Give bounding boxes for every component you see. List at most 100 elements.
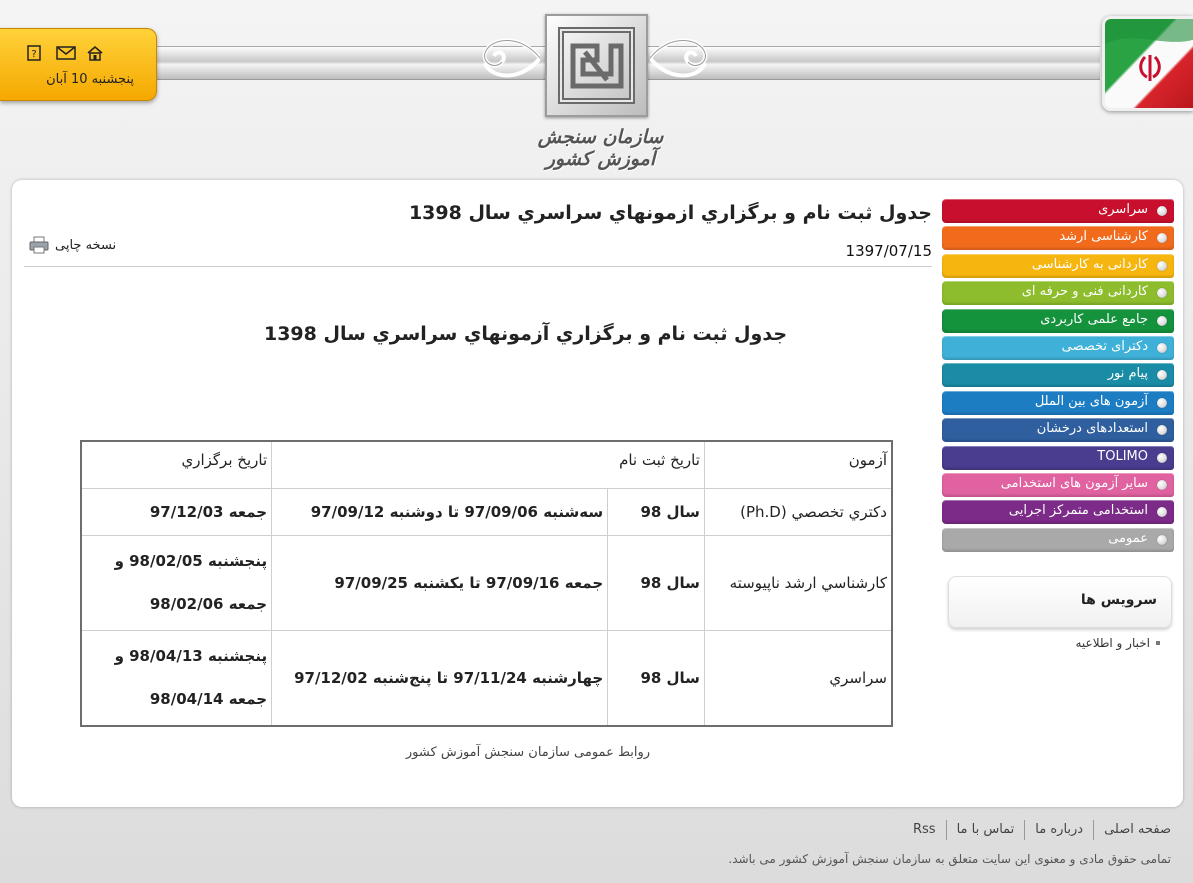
- menu-item-general[interactable]: عمومی: [942, 527, 1174, 552]
- ornament-right: [650, 38, 708, 78]
- menu-item-label: پیام نور: [1107, 366, 1148, 382]
- print-version-link[interactable]: نسخه چاپی: [29, 236, 116, 254]
- table-row: دكتري تخصصي (Ph.D) سال 98 سه‌شنبه 97/09/…: [80, 488, 892, 536]
- current-date: پنجشنبه 10 آبان: [46, 72, 134, 87]
- menu-item-label: جامع علمی کاربردی: [1040, 311, 1148, 327]
- cell-year: سال 98: [607, 630, 705, 726]
- menu-item-label: سایر آزمون های استخدامی: [1000, 475, 1148, 491]
- held-line: پنجشنبه 98/04/13 و: [114, 646, 268, 665]
- table-row: سراسري سال 98 چهارشنبه 97/11/24 تا پنج‌ش…: [80, 630, 892, 726]
- mail-icon[interactable]: [56, 45, 76, 61]
- held-line: جمعه 98/04/14: [149, 689, 268, 708]
- bullet-icon: [1157, 452, 1167, 463]
- services-title: سرویس ها: [1080, 591, 1157, 608]
- menu-item-label: عمومی: [1108, 530, 1148, 546]
- menu-item-label: کاردانی فنی و حرفه ای: [1021, 284, 1148, 300]
- organization-logo[interactable]: [545, 14, 648, 117]
- svg-text:?: ?: [31, 49, 36, 60]
- bullet-icon: [1157, 342, 1167, 353]
- square-bullet-icon: [1156, 640, 1160, 645]
- cell-registration: سه‌شنبه 97/09/06 تا دوشنبه 97/09/12: [271, 488, 608, 536]
- bullet-icon: [1157, 397, 1167, 408]
- printer-icon: [29, 236, 49, 254]
- date-widget: ? پنجشنبه 10 آبان: [0, 28, 157, 101]
- menu-item-kardani-karshenasi[interactable]: کاردانی به کارشناسی: [942, 253, 1174, 278]
- menu-item-doktora[interactable]: دکترای تخصصی: [942, 335, 1174, 360]
- page-title: جدول ثبت نام و برگزاري ازمونهاي سراسري س…: [408, 202, 932, 224]
- exam-schedule-table: آزمون تاريخ ثبت نام تاريخ برگزاري دكتري …: [80, 440, 893, 727]
- news-link-label: اخبار و اطلاعیه: [1075, 635, 1150, 650]
- table-row: كارشناسي ارشد ناپيوسته سال 98 جمعه 97/09…: [80, 535, 892, 631]
- header-held: تاريخ برگزاري: [80, 441, 272, 489]
- home-icon[interactable]: [86, 45, 106, 61]
- bullet-icon: [1157, 233, 1167, 244]
- cell-exam: دكتري تخصصي (Ph.D): [703, 488, 892, 536]
- footer-links: صفحه اصلی درباره ما تماس با ما Rss: [903, 820, 1171, 840]
- cell-registration: چهارشنبه 97/11/24 تا پنج‌شنبه 97/12/02: [271, 630, 608, 726]
- menu-item-arshad[interactable]: کارشناسی ارشد: [942, 226, 1174, 251]
- news-link[interactable]: اخبار و اطلاعیه: [942, 636, 1160, 650]
- bullet-icon: [1157, 507, 1167, 518]
- header-exam: آزمون: [703, 441, 892, 489]
- cell-year: سال 98: [607, 488, 705, 536]
- bullet-icon: [1157, 534, 1167, 545]
- logo-emblem-icon: [558, 27, 635, 104]
- public-relations-note: روابط عمومی سازمان سنجش آموزش کشور: [405, 745, 651, 760]
- held-line: جمعه 98/02/06: [149, 594, 268, 613]
- menu-item-label: سراسری: [1098, 202, 1148, 217]
- menu-item-label: کارشناسی ارشد: [1059, 229, 1148, 245]
- menu-item-sarasari[interactable]: سراسری: [942, 199, 1174, 223]
- cell-held: پنجشنبه 98/02/05 و جمعه 98/02/06: [80, 535, 272, 631]
- menu-item-other-employment[interactable]: سایر آزمون های استخدامی: [942, 472, 1174, 497]
- help-icon[interactable]: ?: [26, 45, 46, 61]
- article-content: جدول ثبت نام و برگزاري ازمونهاي سراسري س…: [24, 180, 932, 807]
- main-panel: جدول ثبت نام و برگزاري ازمونهاي سراسري س…: [12, 180, 1183, 807]
- footer-link-home[interactable]: صفحه اصلی: [1093, 820, 1171, 840]
- menu-item-fani-herfei[interactable]: کاردانی فنی و حرفه ای: [942, 281, 1174, 306]
- copyright-text: تمامی حقوق مادی و معنوی این سایت متعلق ب…: [728, 852, 1171, 866]
- bullet-icon: [1157, 260, 1167, 271]
- bullet-icon: [1157, 206, 1167, 216]
- bullet-icon: [1157, 479, 1167, 490]
- menu-item-talents[interactable]: استعدادهای درخشان: [942, 418, 1174, 443]
- footer-link-rss[interactable]: Rss: [903, 820, 946, 840]
- title-divider: [24, 266, 932, 267]
- publish-date: 1397/07/15: [845, 242, 932, 260]
- iran-flag-icon: [1102, 16, 1193, 111]
- held-line: پنجشنبه 98/02/05 و: [114, 551, 268, 570]
- cell-exam: سراسري: [703, 630, 892, 726]
- cell-exam: كارشناسي ارشد ناپيوسته: [703, 535, 892, 631]
- cell-registration: جمعه 97/09/16 تا يكشنبه 97/09/25: [271, 535, 608, 631]
- footer-link-contact[interactable]: تماس با ما: [945, 820, 1025, 840]
- cell-held: پنجشنبه 98/04/13 و جمعه 98/04/14: [80, 630, 272, 726]
- held-line: جمعه 97/12/03: [149, 502, 268, 521]
- menu-item-centralized-employment[interactable]: استخدامی متمرکز اجرایی: [942, 500, 1174, 525]
- logo-caption: سازمان سنجش آموزش کشور: [537, 126, 664, 170]
- bullet-icon: [1157, 370, 1167, 381]
- menu-item-label: TOLIMO: [1097, 448, 1148, 464]
- menu-item-international[interactable]: آزمون های بین الملل: [942, 390, 1174, 415]
- header-registration: تاريخ ثبت نام: [271, 441, 705, 489]
- schedule-table-wrapper: آزمون تاريخ ثبت نام تاريخ برگزاري دكتري …: [80, 440, 893, 727]
- cell-held: جمعه 97/12/03: [80, 488, 272, 536]
- table-header-row: آزمون تاريخ ثبت نام تاريخ برگزاري: [80, 441, 892, 489]
- bullet-icon: [1157, 425, 1167, 436]
- services-box: سرویس ها: [948, 575, 1172, 628]
- menu-item-label: استعدادهای درخشان: [1036, 421, 1148, 437]
- footer-link-about[interactable]: درباره ما: [1024, 820, 1093, 840]
- menu-item-tolimo[interactable]: TOLIMO: [942, 445, 1174, 470]
- menu-item-label: استخدامی متمرکز اجرایی: [1008, 503, 1148, 519]
- ornament-left: [482, 38, 540, 78]
- site-header: سازمان سنجش آموزش کشور ? پنجشنبه 10 آبان: [0, 0, 1193, 180]
- menu-item-label: کاردانی به کارشناسی: [1031, 256, 1148, 272]
- category-menu: سراسری کارشناسی ارشد کاردانی به کارشناسی…: [942, 199, 1174, 552]
- bullet-icon: [1157, 288, 1167, 299]
- menu-item-elmi-karbordi[interactable]: جامع علمی کاربردی: [942, 308, 1174, 333]
- article-heading: جدول ثبت نام و برگزاري آزمونهاي سراسري س…: [263, 323, 788, 345]
- menu-item-label: آزمون های بین الملل: [1034, 393, 1148, 409]
- sidebar: سراسری کارشناسی ارشد کاردانی به کارشناسی…: [942, 199, 1174, 650]
- cell-year: سال 98: [607, 535, 705, 631]
- menu-item-payam-noor[interactable]: پیام نور: [942, 363, 1174, 388]
- bullet-icon: [1157, 315, 1167, 326]
- print-version-label: نسخه چاپی: [55, 237, 117, 253]
